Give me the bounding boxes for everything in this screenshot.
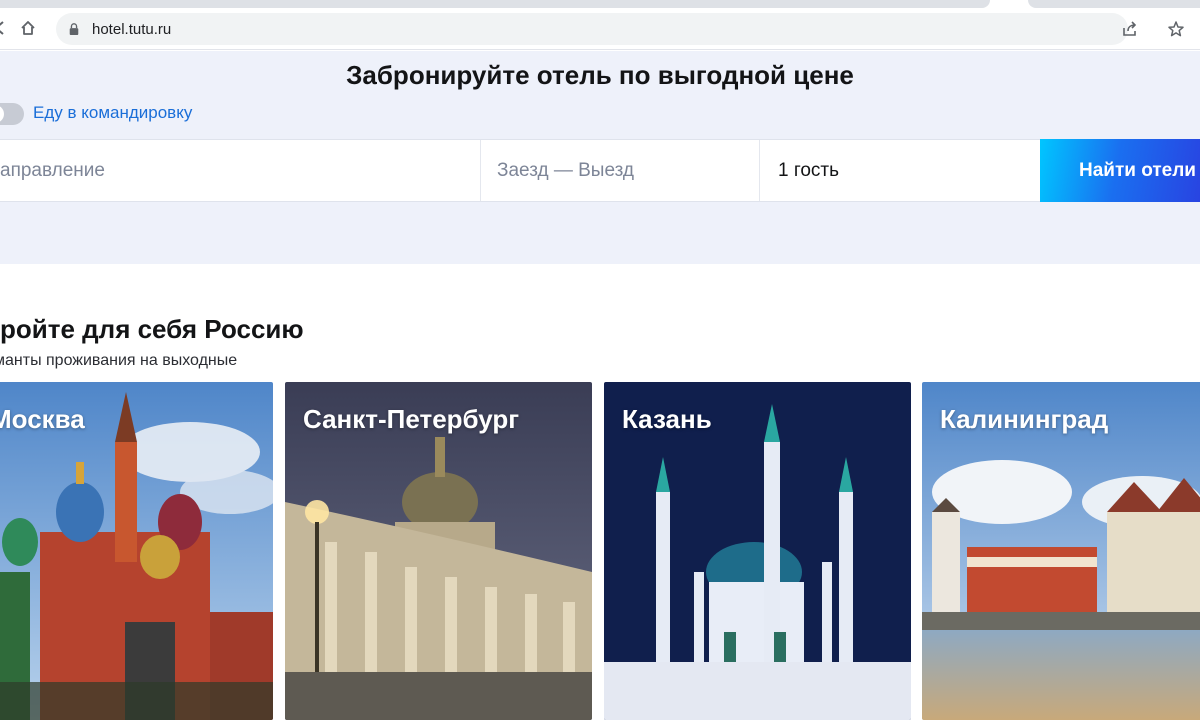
page-title: Забронируйте отель по выгодной цене	[346, 60, 854, 90]
browser-tab[interactable]	[1028, 0, 1200, 8]
section-subtitle: манты проживания на выходные	[0, 352, 238, 369]
destination-input[interactable]: аправление	[0, 140, 481, 201]
browser-toolbar: hotel.tutu.ru	[0, 0, 1200, 50]
lock-icon[interactable]	[68, 22, 82, 36]
share-icon[interactable]	[1116, 15, 1144, 43]
city-card-kazan[interactable]: Казань	[604, 382, 911, 720]
tab-strip	[0, 0, 1200, 8]
address-bar[interactable]: hotel.tutu.ru	[56, 13, 1184, 45]
search-form: аправление Заезд — Выезд 1 гость Найти о…	[0, 139, 1200, 202]
star-icon[interactable]	[1162, 15, 1190, 43]
city-name: Калининград	[940, 404, 1109, 434]
section-title: кройте для себя Россию	[0, 314, 304, 344]
city-name: Казань	[622, 404, 712, 434]
business-trip-label[interactable]: Еду в командировку	[33, 103, 192, 123]
city-name: Санкт-Петербург	[303, 404, 520, 434]
city-card-kaliningrad[interactable]: Калининград	[922, 382, 1200, 720]
dates-input[interactable]: Заезд — Выезд	[481, 140, 760, 201]
guests-selector[interactable]: 1 гость	[760, 140, 1040, 201]
url-text[interactable]: hotel.tutu.ru	[92, 21, 171, 38]
city-card-saint-petersburg[interactable]: Санкт-Петербург	[285, 382, 592, 720]
browser-tab[interactable]	[0, 0, 990, 8]
back-icon[interactable]	[0, 14, 14, 42]
business-trip-toggle[interactable]	[0, 103, 24, 125]
city-name: Москва	[0, 404, 85, 434]
city-card-moscow[interactable]: Москва	[0, 382, 273, 720]
home-icon[interactable]	[14, 14, 42, 42]
find-hotels-button[interactable]: Найти отели	[1040, 139, 1200, 202]
toggle-knob	[0, 105, 4, 123]
